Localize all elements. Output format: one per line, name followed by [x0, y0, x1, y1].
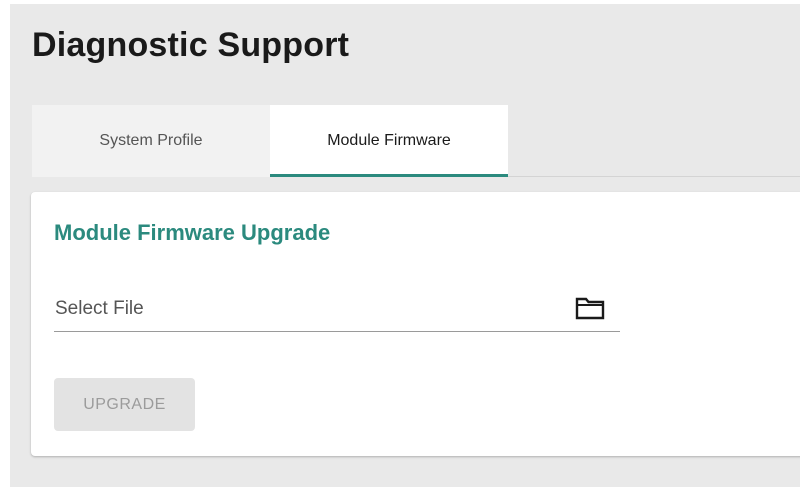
page-container: Diagnostic Support System Profile Module…	[10, 4, 800, 487]
tab-system-profile[interactable]: System Profile	[32, 105, 270, 177]
tab-bar: System Profile Module Firmware	[32, 105, 508, 177]
tab-bar-divider	[508, 176, 800, 177]
browse-file-button[interactable]	[572, 293, 608, 323]
select-file-placeholder: Select File	[55, 298, 144, 319]
page-title: Diagnostic Support	[32, 26, 350, 64]
module-firmware-upgrade-card: Module Firmware Upgrade Select File UPGR…	[31, 192, 800, 456]
tab-module-firmware[interactable]: Module Firmware	[270, 105, 508, 177]
select-file-field[interactable]: Select File	[54, 288, 620, 332]
card-title: Module Firmware Upgrade	[54, 220, 331, 245]
folder-icon	[575, 297, 605, 320]
upgrade-button[interactable]: UPGRADE	[54, 378, 195, 431]
